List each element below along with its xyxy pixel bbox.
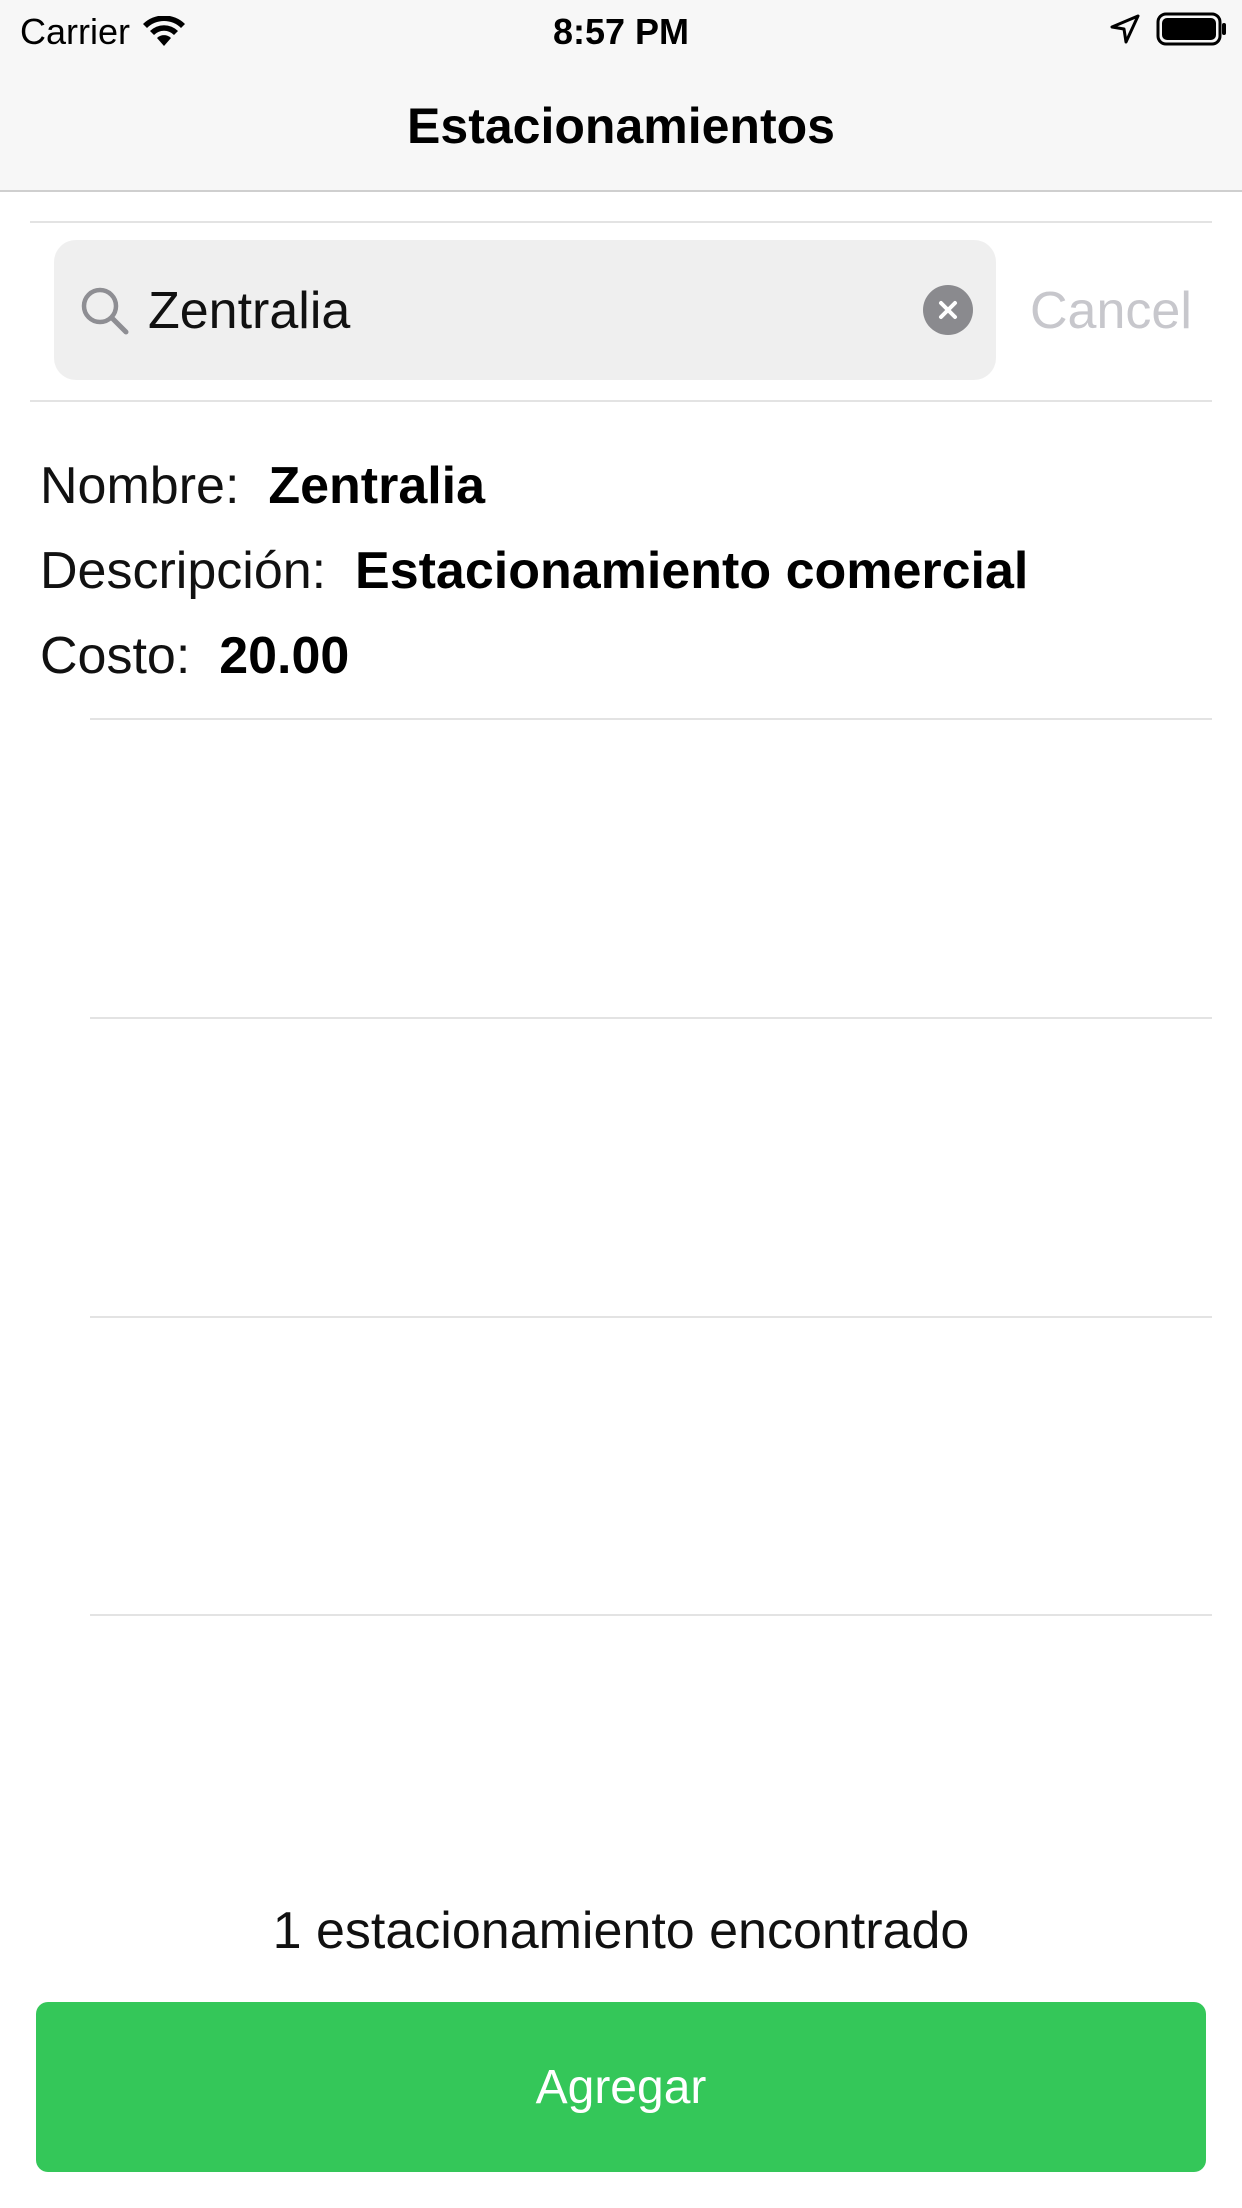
search-input[interactable]: Zentralia	[54, 240, 996, 380]
row-separator	[90, 1017, 1212, 1019]
battery-icon	[1156, 12, 1226, 46]
clear-icon[interactable]	[923, 285, 973, 335]
row-separator	[90, 718, 1212, 720]
add-button[interactable]: Agregar	[36, 2002, 1206, 2172]
status-right-icons	[1110, 12, 1228, 46]
search-icon	[78, 284, 132, 343]
result-name-row[interactable]: Nombre: Zentralia	[40, 455, 485, 517]
status-time: 8:57 PM	[552, 11, 690, 52]
cancel-button[interactable]: Cancel	[1030, 280, 1192, 342]
row-separator	[90, 1316, 1212, 1318]
separator-line	[30, 400, 1212, 402]
location-arrow-icon	[1110, 14, 1140, 44]
navigation-header: Carrier 8:57 PM Estacionamientos	[0, 0, 1242, 192]
name-label: Nombre:	[40, 457, 240, 515]
page-title: Estacionamientos	[407, 98, 835, 154]
description-label: Descripción:	[40, 542, 327, 600]
result-description-row[interactable]: Descripción: Estacionamiento comercial	[40, 540, 1028, 602]
cost-value: 20.00	[219, 627, 350, 685]
search-value[interactable]: Zentralia	[148, 280, 350, 342]
add-button-label: Agregar	[535, 2060, 707, 2114]
name-value: Zentralia	[268, 457, 486, 515]
description-value: Estacionamiento comercial	[355, 542, 1029, 600]
cost-label: Costo:	[40, 627, 191, 685]
row-separator	[90, 1614, 1212, 1616]
results-count: 1 estacionamiento encontrado	[272, 1902, 970, 1960]
separator-line	[30, 221, 1212, 223]
result-cost-row[interactable]: Costo: 20.00	[40, 625, 349, 687]
